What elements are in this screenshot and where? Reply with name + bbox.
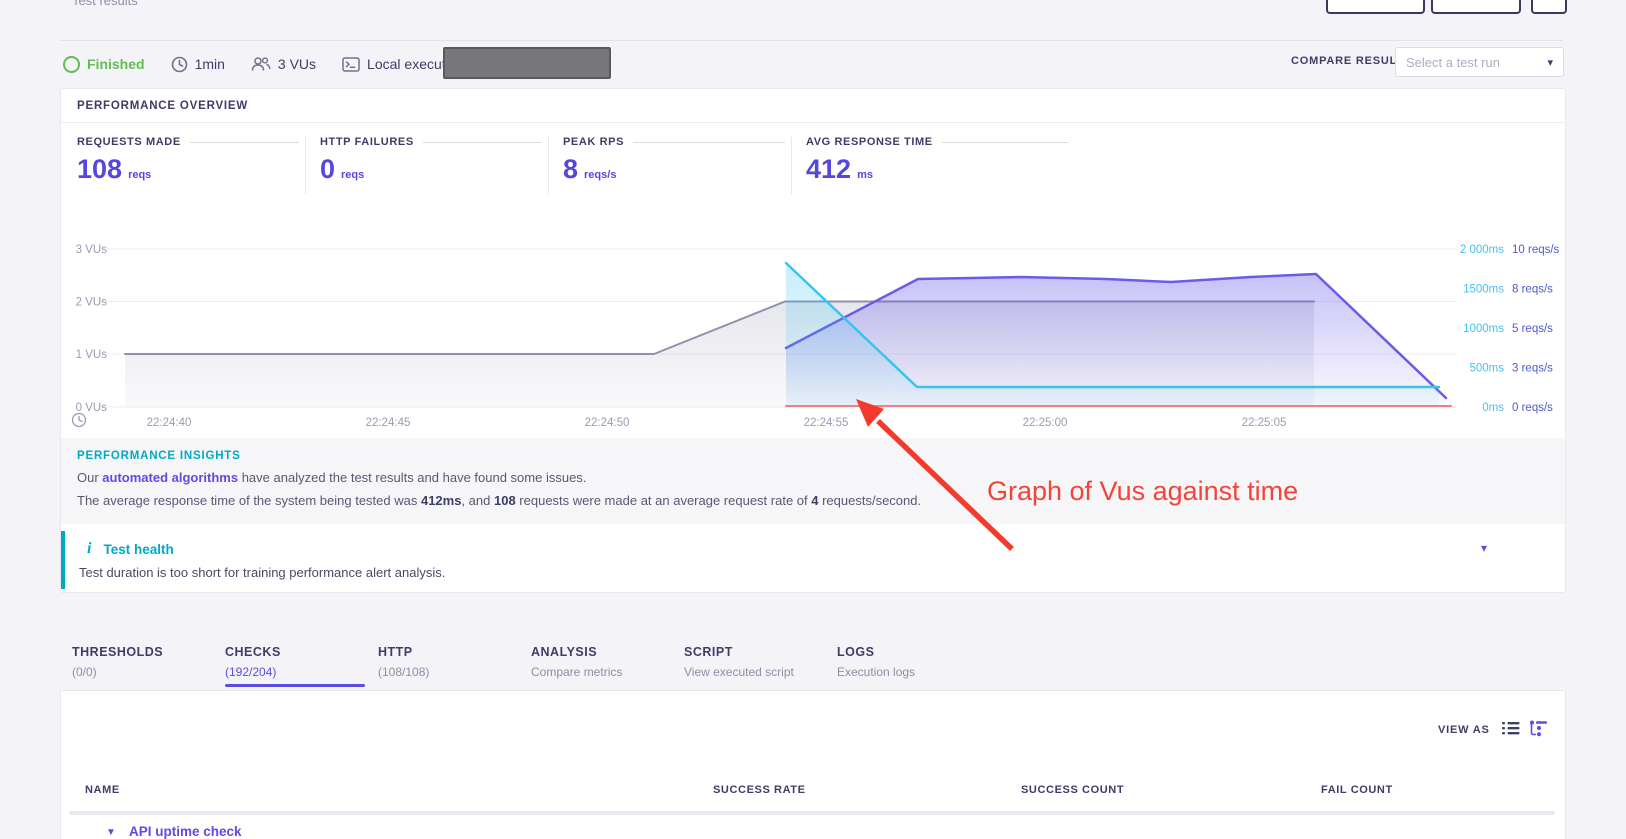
performance-insights-title: PERFORMANCE INSIGHTS [77,450,1565,462]
clock-icon [171,56,188,73]
view-list-icon[interactable] [1501,719,1521,742]
svg-text:2 VUs: 2 VUs [76,297,108,309]
metric-peak-rps: PEAK RPS 8 reqs/s [563,136,785,196]
metric-label: REQUESTS MADE [77,136,181,148]
chevron-down-icon: ▾ [1547,56,1553,69]
compare-result-label: COMPARE RESULT [1291,55,1404,67]
svg-text:1000ms: 1000ms [1463,323,1504,335]
table-divider [69,811,1555,815]
performance-chart[interactable]: 3 VUs 2 VUs 1 VUs 0 VUs 2 000ms 1500ms 1000ms 5… [61,229,1567,433]
test-health-header[interactable]: i Test health [87,540,1565,558]
performance-insights-section: PERFORMANCE INSIGHTS Our automated algor… [61,438,1565,524]
column-header-name: NAME [85,784,120,796]
redacted-username [443,47,611,79]
svg-text:8 reqs/s: 8 reqs/s [1512,284,1553,296]
svg-text:3 VUs: 3 VUs [76,244,108,256]
users-icon [251,56,271,72]
metric-separator [791,136,792,194]
metric-label: PEAK RPS [563,136,624,148]
svg-text:22:24:45: 22:24:45 [366,417,411,429]
checks-panel: VIEW AS NAME SUCCESS RATE SUCCESS COUNT … [60,690,1566,839]
annotation-text: Graph of Vus against time [987,476,1298,507]
metric-unit: reqs [128,169,151,181]
tab-script[interactable]: SCRIPTView executed script [684,645,834,679]
metric-avg-response-time: AVG RESPONSE TIME 412 ms [806,136,1068,196]
tab-http[interactable]: HTTP(108/108) [378,645,528,679]
column-header-success-rate: SUCCESS RATE [713,784,806,796]
test-health-alert: i Test health ▾ Test duration is too sho… [61,531,1565,589]
performance-overview-panel: PERFORMANCE OVERVIEW REQUESTS MADE 108 re… [60,88,1566,593]
info-icon: i [87,540,91,558]
tab-checks[interactable]: CHECKS(192/204) [225,645,375,679]
svg-text:1 VUs: 1 VUs [76,349,108,361]
row-expand-caret[interactable]: ▼ [106,827,116,838]
tab-logs[interactable]: LOGSExecution logs [837,645,987,679]
svg-text:22:24:55: 22:24:55 [804,417,849,429]
status-vus: 3 VUs [251,56,316,72]
status-duration: 1min [171,56,225,73]
metric-value: 0 [320,154,335,185]
svg-text:2 000ms: 2 000ms [1460,244,1504,256]
terminal-icon [342,57,360,72]
automated-algorithms-link[interactable]: automated algorithms [102,470,238,485]
finished-circle-icon [63,56,80,73]
metric-separator [548,136,549,194]
top-divider [60,40,1563,41]
panel-divider [61,122,1565,123]
performance-overview-title: PERFORMANCE OVERVIEW [77,100,248,112]
svg-text:22:25:00: 22:25:00 [1023,417,1068,429]
test-health-body: Test duration is too short for training … [79,565,1565,580]
table-row-api-uptime-check[interactable]: API uptime check [129,824,242,839]
svg-text:0 reqs/s: 0 reqs/s [1512,402,1553,414]
toolbar-button-1[interactable] [1326,0,1425,14]
column-header-success-count: SUCCESS COUNT [1021,784,1124,796]
column-header-fail-count: FAIL COUNT [1321,784,1393,796]
metric-value: 412 [806,154,851,185]
svg-text:5 reqs/s: 5 reqs/s [1512,323,1553,335]
compare-result-select[interactable]: Select a test run ▾ [1395,47,1564,77]
metric-unit: ms [857,169,873,181]
chevron-down-icon[interactable]: ▾ [1481,541,1487,555]
test-health-title: Test health [103,542,173,557]
page-title: Test results [72,0,138,8]
metric-value: 108 [77,154,122,185]
svg-text:22:25:05: 22:25:05 [1242,417,1287,429]
toolbar-button-3[interactable] [1531,0,1567,14]
view-tree-icon[interactable] [1529,719,1549,742]
svg-text:500ms: 500ms [1469,363,1504,375]
insights-line-1: Our automated algorithms have analyzed t… [77,470,1565,485]
metric-label: AVG RESPONSE TIME [806,136,933,148]
toolbar-button-2[interactable] [1431,0,1521,14]
compare-select-placeholder: Select a test run [1406,55,1500,70]
insights-line-2: The average response time of the system … [77,493,1565,508]
svg-text:22:24:40: 22:24:40 [147,417,192,429]
svg-text:0 VUs: 0 VUs [76,402,108,414]
svg-text:10 reqs/s: 10 reqs/s [1512,244,1560,256]
metric-requests-made: REQUESTS MADE 108 reqs [77,136,299,196]
metric-label: HTTP FAILURES [320,136,414,148]
status-finished: Finished [63,56,145,73]
svg-text:1500ms: 1500ms [1463,284,1504,296]
active-tab-underline [225,684,365,687]
svg-text:3 reqs/s: 3 reqs/s [1512,363,1553,375]
metric-unit: reqs/s [584,169,616,181]
metric-value: 8 [563,154,578,185]
view-as-label: VIEW AS [1438,724,1490,736]
svg-text:22:24:50: 22:24:50 [585,417,630,429]
metric-separator [305,136,306,194]
svg-text:0ms: 0ms [1482,402,1504,414]
metric-unit: reqs [341,169,364,181]
metric-http-failures: HTTP FAILURES 0 reqs [320,136,542,196]
tab-thresholds[interactable]: THRESHOLDS(0/0) [72,645,222,679]
tab-analysis[interactable]: ANALYSISCompare metrics [531,645,681,679]
test-results-page: Test results Finished 1min 3 VUs Local e… [0,0,1626,839]
